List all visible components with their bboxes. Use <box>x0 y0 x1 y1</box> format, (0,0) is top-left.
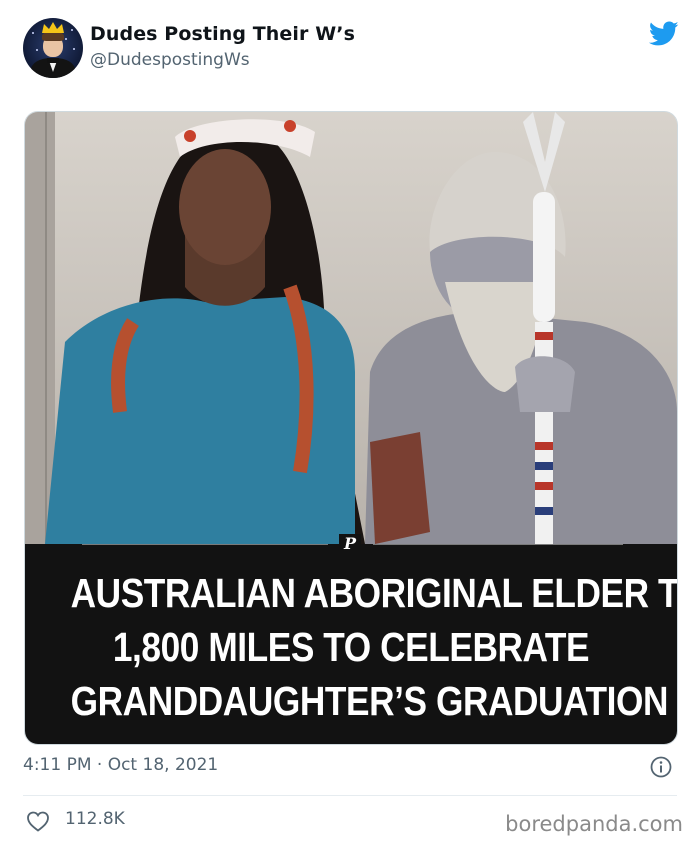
publisher-logo: P <box>339 534 361 554</box>
info-icon[interactable] <box>650 756 672 778</box>
divider <box>23 795 677 796</box>
headline-line-3: GRANDDAUGHTER’S GRADUATION <box>70 678 669 724</box>
divider-line <box>373 544 623 545</box>
twitter-bird-icon[interactable] <box>649 21 679 47</box>
heart-icon[interactable] <box>26 810 50 832</box>
headline-panel: P AUSTRALIAN ABORIGINAL ELDER TRAVELS 1,… <box>25 534 678 744</box>
author-handle[interactable]: @DudespostingWs <box>90 50 250 70</box>
author-name[interactable]: Dudes Posting Their W’s <box>90 23 355 45</box>
crown-icon <box>42 22 64 33</box>
headline-line-2: 1,800 MILES TO CELEBRATE <box>112 624 590 670</box>
tweet-timestamp[interactable]: 4:11 PM · Oct 18, 2021 <box>23 755 218 775</box>
headline-line-1: AUSTRALIAN ABORIGINAL ELDER TRAVELS <box>70 570 678 616</box>
tweet-media[interactable]: P AUSTRALIAN ABORIGINAL ELDER TRAVELS 1,… <box>24 111 678 745</box>
divider-line <box>82 544 328 545</box>
photo <box>25 112 677 544</box>
watermark: boredpanda.com <box>505 812 683 836</box>
tweet-header: Dudes Posting Their W’s @DudespostingWs <box>23 18 683 80</box>
author-avatar[interactable] <box>23 18 83 78</box>
like-count: 112.8K <box>65 809 125 829</box>
headline: AUSTRALIAN ABORIGINAL ELDER TRAVELS 1,80… <box>70 566 678 728</box>
